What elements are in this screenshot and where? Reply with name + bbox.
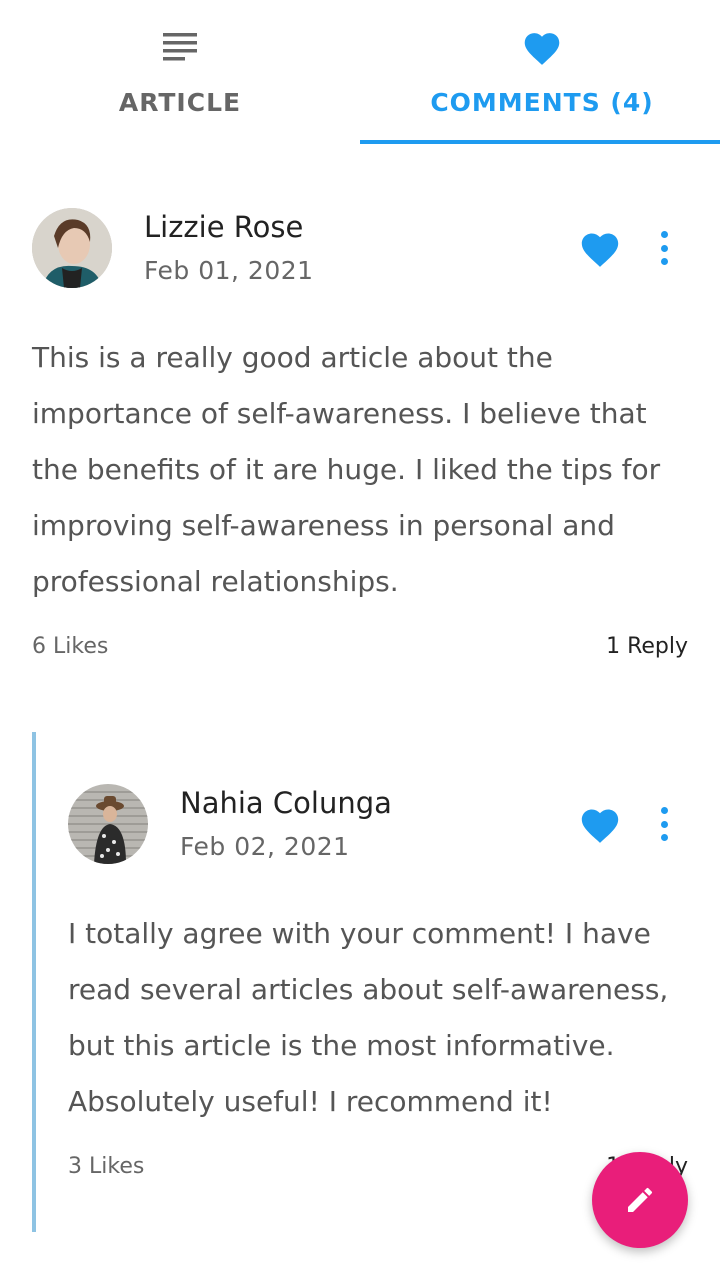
heart-icon — [581, 809, 619, 843]
comment-text: I totally agree with your comment! I hav… — [68, 917, 669, 1118]
more-options-button[interactable] — [654, 804, 674, 844]
avatar[interactable] — [68, 784, 148, 864]
comment-likes[interactable]: 3 Likes — [68, 1154, 144, 1179]
like-button[interactable] — [578, 804, 622, 844]
pencil-edit-icon — [628, 1187, 653, 1212]
more-vert-icon — [660, 807, 668, 814]
comment-date: Feb 02, 2021 — [180, 832, 350, 861]
reply-comment: Nahia Colunga Feb 02, 2021 I totally agr… — [0, 0, 724, 1286]
write-comment-fab[interactable] — [592, 1152, 688, 1248]
comment-author[interactable]: Nahia Colunga — [180, 786, 392, 820]
